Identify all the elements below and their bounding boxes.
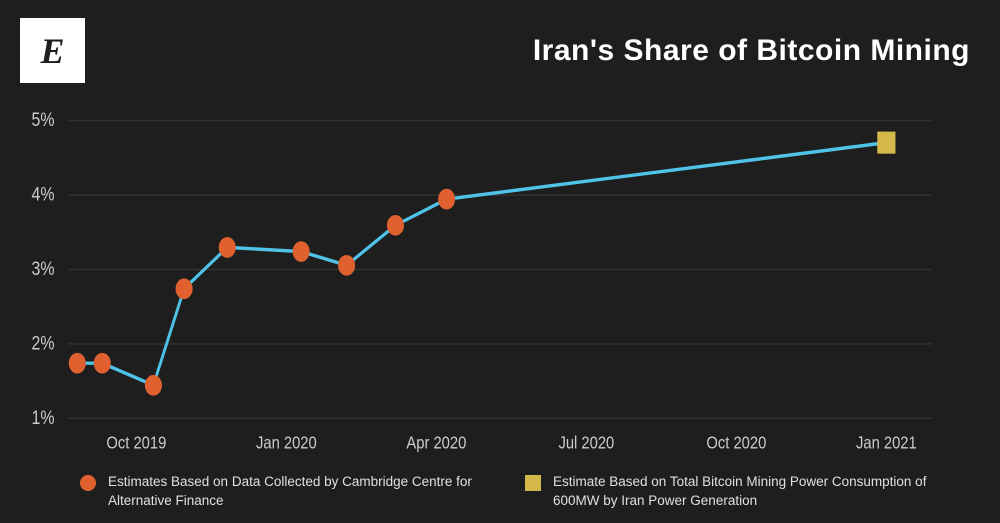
legend: Estimates Based on Data Collected by Cam… — [0, 465, 1000, 523]
legend-item-dots: Estimates Based on Data Collected by Cam… — [80, 473, 495, 511]
main-container: E Iran's Share of Bitcoin Mining 5% 4% 3… — [0, 0, 1000, 523]
legend-square-icon — [525, 475, 541, 491]
logo-icon: E — [40, 30, 64, 72]
legend-square-label: Estimate Based on Total Bitcoin Mining P… — [553, 473, 940, 511]
svg-text:3%: 3% — [32, 258, 55, 280]
svg-text:Apr 2020: Apr 2020 — [406, 433, 466, 453]
svg-text:Oct 2020: Oct 2020 — [706, 433, 766, 453]
header: E Iran's Share of Bitcoin Mining — [0, 0, 1000, 93]
page-title: Iran's Share of Bitcoin Mining — [105, 34, 970, 68]
svg-text:Jan 2021: Jan 2021 — [856, 433, 917, 453]
logo-box: E — [20, 18, 85, 83]
svg-text:Oct 2019: Oct 2019 — [106, 433, 166, 453]
svg-text:Jul 2020: Jul 2020 — [558, 433, 614, 453]
svg-text:2%: 2% — [32, 332, 55, 354]
svg-text:5%: 5% — [32, 109, 55, 131]
chart-area: 5% 4% 3% 2% 1% Oct 2019 Jan 2020 Apr 202… — [0, 93, 1000, 465]
legend-dot-label: Estimates Based on Data Collected by Cam… — [108, 473, 495, 511]
svg-text:1%: 1% — [32, 406, 55, 428]
chart-svg: 5% 4% 3% 2% 1% Oct 2019 Jan 2020 Apr 202… — [0, 93, 1000, 465]
svg-text:Jan 2020: Jan 2020 — [256, 433, 317, 453]
svg-text:4%: 4% — [32, 183, 55, 205]
legend-dot-icon — [80, 475, 96, 491]
legend-item-square: Estimate Based on Total Bitcoin Mining P… — [525, 473, 940, 511]
